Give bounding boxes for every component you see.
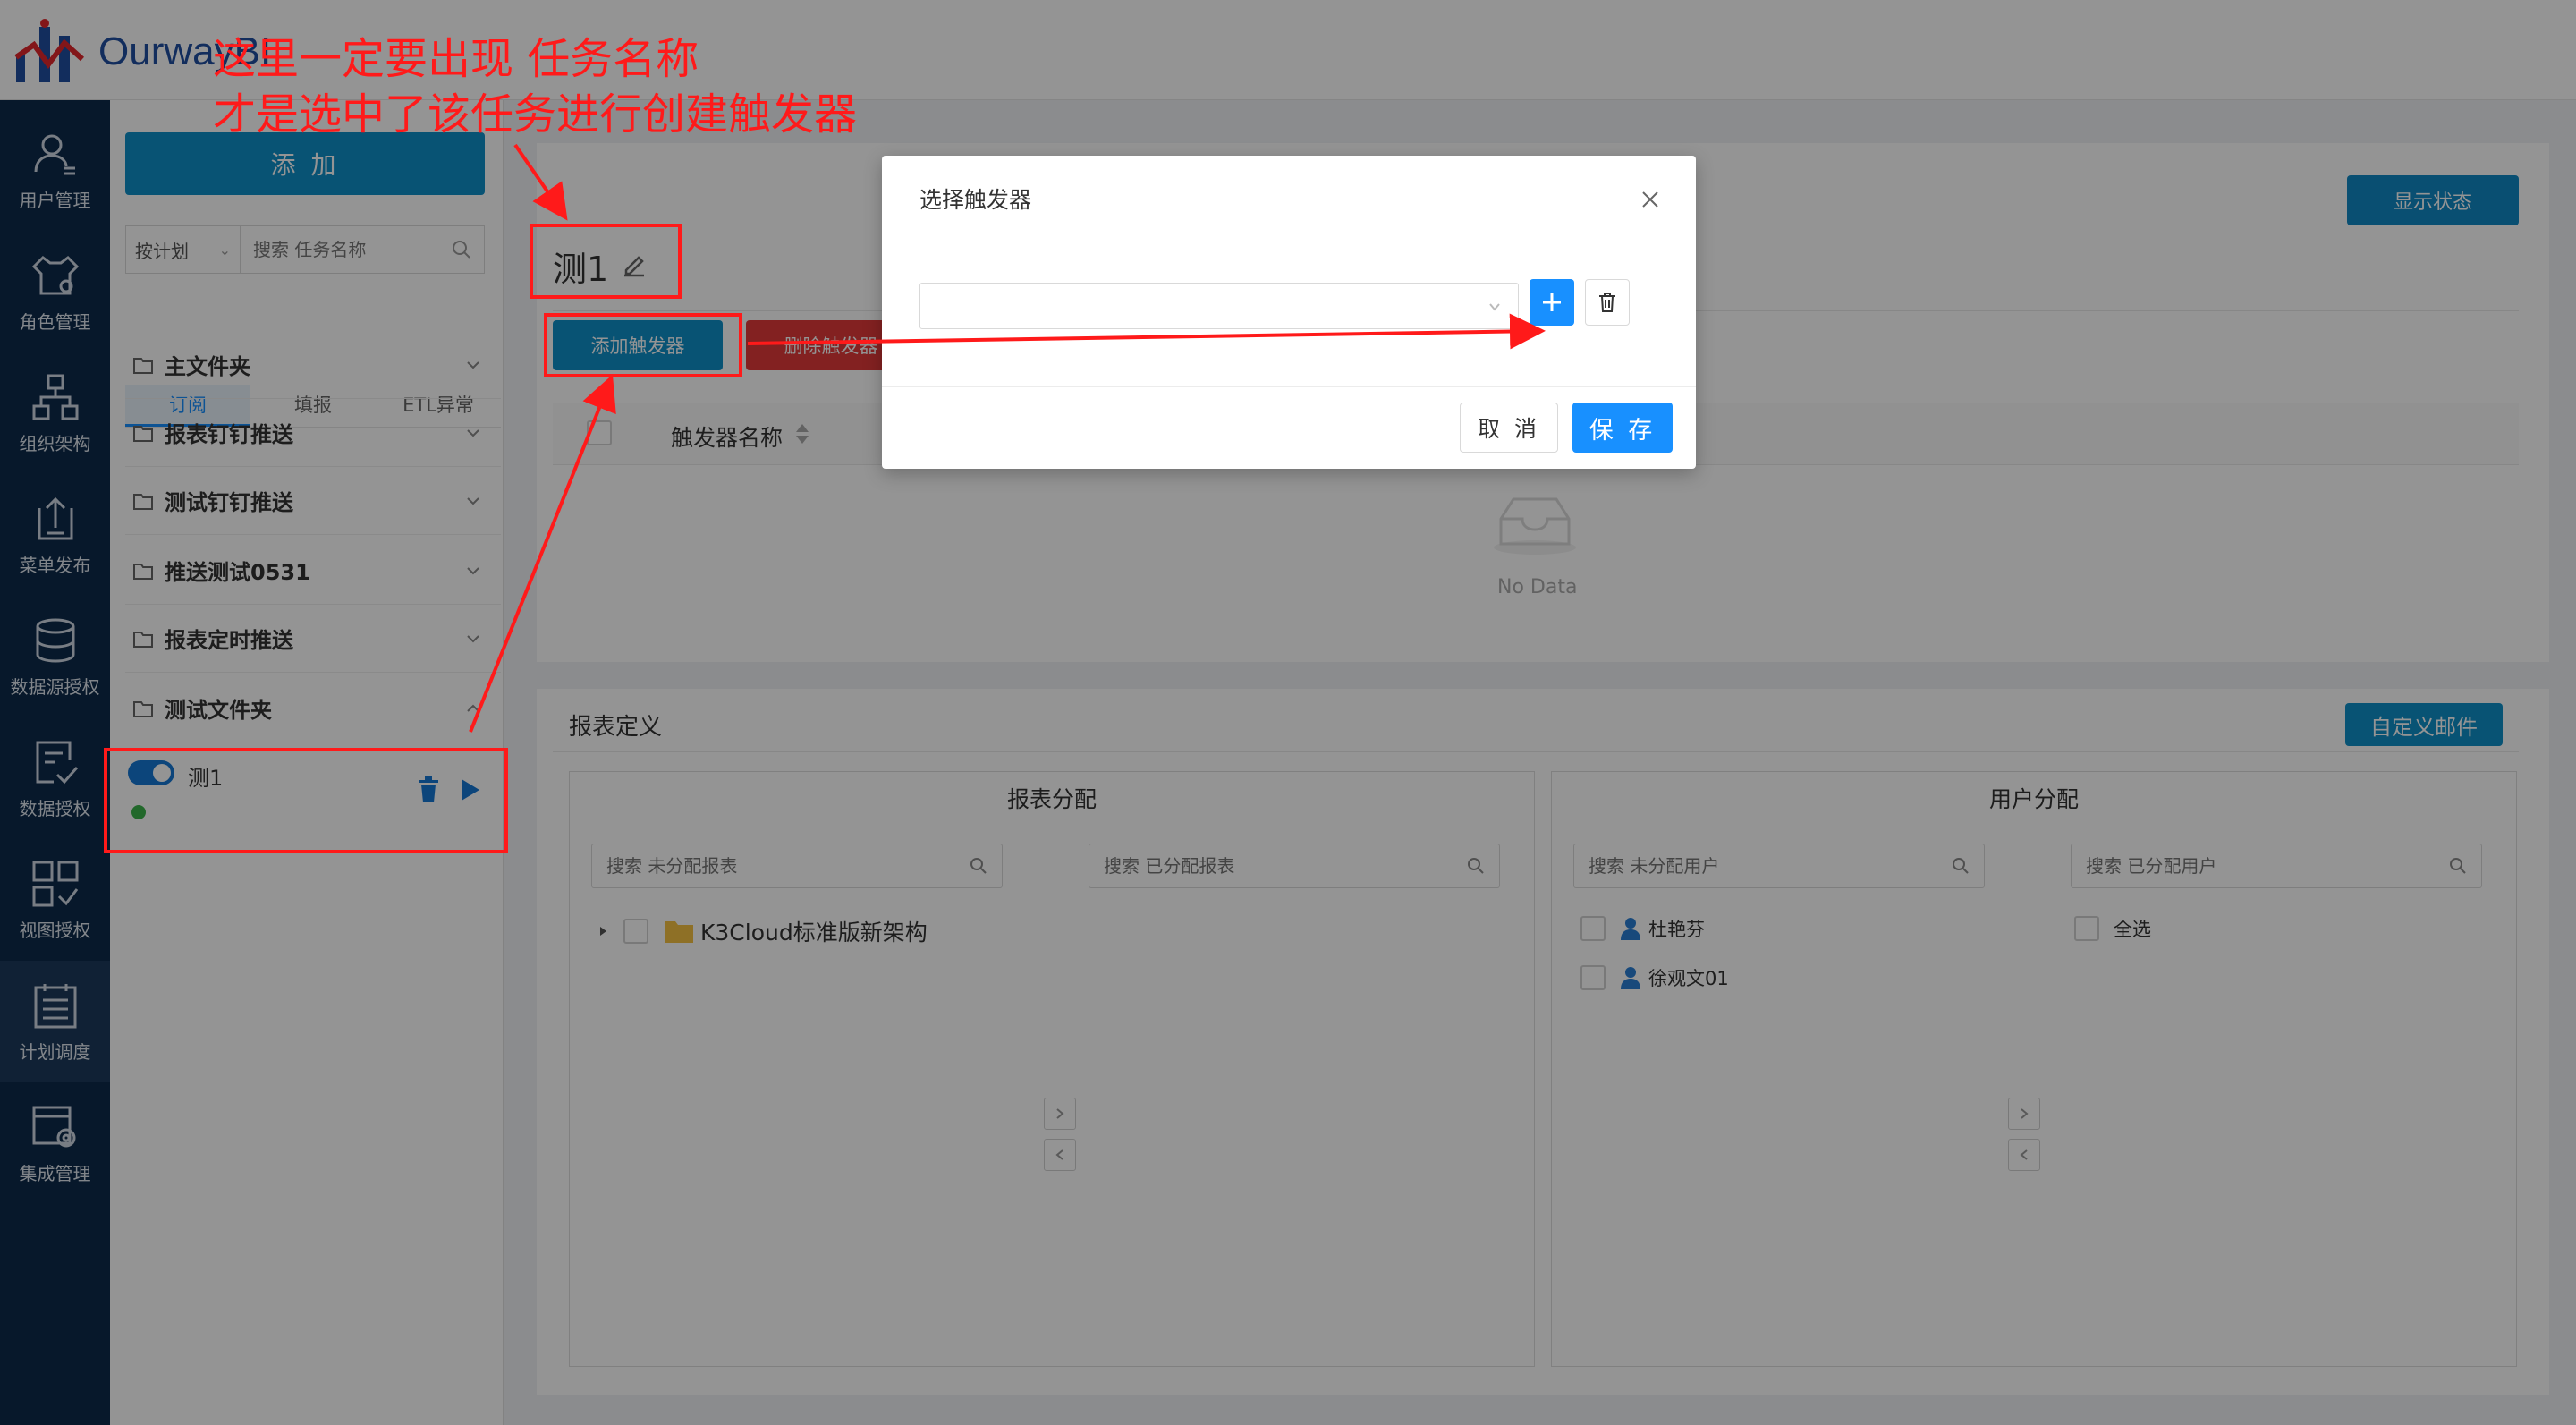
annotation-text-line2: 才是选中了该任务进行创建触发器 xyxy=(213,89,858,140)
close-icon[interactable] xyxy=(1640,190,1660,209)
annotation-box-add-trigger xyxy=(544,313,742,377)
plus-icon xyxy=(1543,293,1561,311)
annotation-box-task xyxy=(104,748,508,853)
annotation-box-title xyxy=(530,224,682,299)
trash-icon xyxy=(1599,293,1615,312)
annotation-text-line1: 这里一定要出现 任务名称 xyxy=(213,34,699,84)
divider xyxy=(882,386,1696,387)
chevron-down-icon xyxy=(1489,303,1500,311)
add-trigger-plus-button[interactable] xyxy=(1530,279,1574,326)
delete-trigger-trash-button[interactable] xyxy=(1585,279,1630,326)
select-trigger-dialog: 选择触发器 取 消 保 存 xyxy=(882,156,1696,469)
save-button[interactable]: 保 存 xyxy=(1572,403,1673,453)
trigger-select[interactable] xyxy=(919,283,1519,329)
dialog-title: 选择触发器 xyxy=(919,187,1032,213)
cancel-button[interactable]: 取 消 xyxy=(1460,403,1558,453)
